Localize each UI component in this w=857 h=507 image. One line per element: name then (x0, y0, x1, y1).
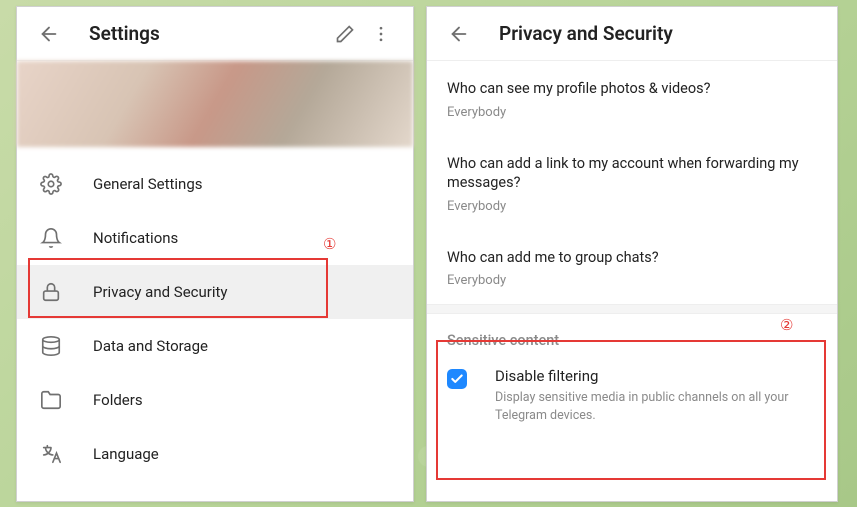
privacy-value: Everybody (447, 273, 817, 288)
pencil-icon (335, 24, 355, 44)
arrow-left-icon (38, 23, 60, 45)
back-button[interactable] (31, 16, 67, 52)
back-button[interactable] (441, 16, 477, 52)
edit-button[interactable] (327, 16, 363, 52)
disable-filtering-checkbox[interactable] (447, 369, 467, 389)
menu-item-folders[interactable]: Folders (17, 373, 413, 427)
callout-number-2: ② (780, 316, 793, 334)
privacy-question: Who can see my profile photos & videos? (447, 79, 817, 99)
menu-item-label: Notifications (93, 229, 178, 247)
privacy-question: Who can add a link to my account when fo… (447, 154, 817, 193)
menu-item-label: Data and Storage (93, 337, 208, 355)
arrow-left-icon (448, 23, 470, 45)
checkbox-text: Disable filtering Display sensitive medi… (495, 367, 817, 424)
privacy-body: Who can see my profile photos & videos? … (427, 61, 837, 430)
settings-title: Settings (89, 22, 327, 45)
privacy-item-profile-photos[interactable]: Who can see my profile photos & videos? … (447, 61, 817, 136)
menu-item-notifications[interactable]: Notifications (17, 211, 413, 265)
bell-icon (39, 226, 63, 250)
settings-header: Settings (17, 7, 413, 61)
profile-banner[interactable] (17, 61, 413, 147)
privacy-item-groups[interactable]: Who can add me to group chats? Everybody (447, 230, 817, 305)
menu-item-label: Folders (93, 391, 143, 409)
privacy-item-forwarding[interactable]: Who can add a link to my account when fo… (447, 136, 817, 230)
privacy-value: Everybody (447, 105, 817, 120)
menu-item-privacy[interactable]: Privacy and Security (17, 265, 413, 319)
menu-item-data[interactable]: Data and Storage (17, 319, 413, 373)
checkbox-description: Display sensitive media in public channe… (495, 389, 817, 424)
folder-icon (39, 388, 63, 412)
privacy-title: Privacy and Security (499, 22, 823, 45)
privacy-panel: Privacy and Security Who can see my prof… (426, 6, 838, 502)
section-divider (427, 304, 837, 314)
privacy-question: Who can add me to group chats? (447, 248, 817, 268)
menu-item-language[interactable]: Language (17, 427, 413, 481)
privacy-value: Everybody (447, 199, 817, 214)
disable-filtering-row[interactable]: Disable filtering Display sensitive medi… (447, 361, 817, 430)
menu-item-label: Language (93, 445, 159, 463)
menu-item-general[interactable]: General Settings (17, 157, 413, 211)
menu-item-label: General Settings (93, 175, 203, 193)
more-vertical-icon (371, 24, 391, 44)
database-icon (39, 334, 63, 358)
language-icon (39, 442, 63, 466)
check-icon (450, 372, 464, 386)
privacy-header: Privacy and Security (427, 7, 837, 61)
settings-panel: Settings General Settings Notifications … (16, 6, 414, 502)
menu-item-label: Privacy and Security (93, 283, 228, 301)
checkbox-label: Disable filtering (495, 367, 817, 385)
callout-number-1: ① (323, 235, 336, 253)
lock-icon (39, 280, 63, 304)
gear-icon (39, 172, 63, 196)
section-title-sensitive: Sensitive content (447, 314, 817, 361)
more-button[interactable] (363, 16, 399, 52)
settings-menu: General Settings Notifications Privacy a… (17, 147, 413, 481)
